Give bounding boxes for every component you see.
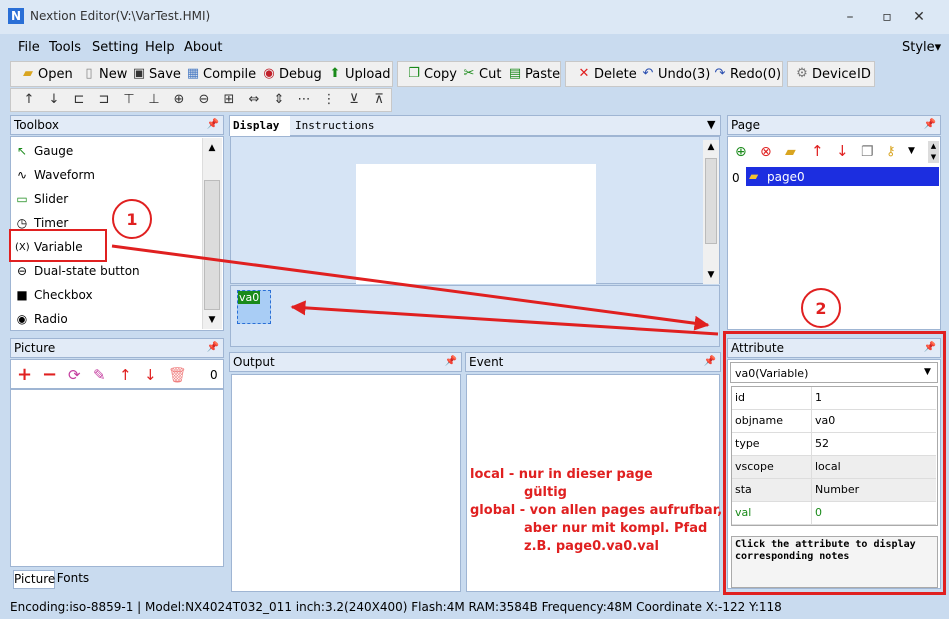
- annotation-marker-1: 1: [112, 199, 152, 239]
- annotation-marker-2: 2: [801, 288, 841, 328]
- arrow-attribute-to-component: [290, 300, 719, 336]
- status-bar: Encoding:iso-8859-1 | Model:NX4024T032_0…: [0, 597, 949, 619]
